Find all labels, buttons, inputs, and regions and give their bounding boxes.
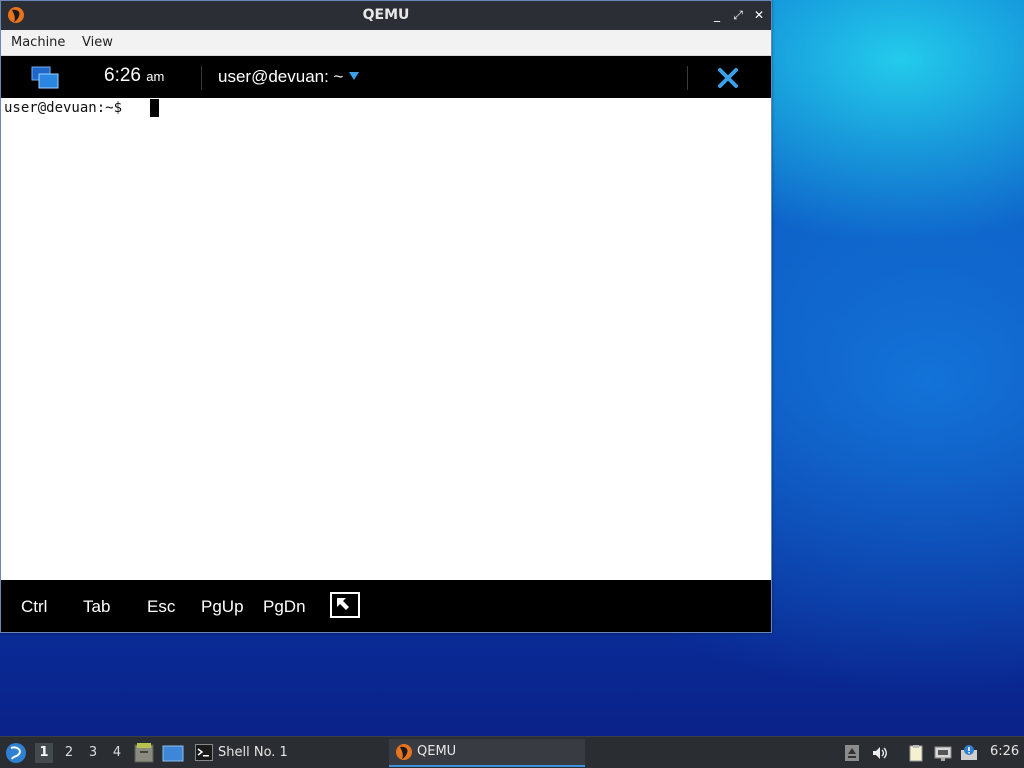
menu-item-view[interactable]: View	[82, 35, 113, 50]
task-shell[interactable]: Shell No. 1	[192, 740, 382, 766]
taskbar: 1 2 3 4 Shell No. 1 QEMU 6:26	[0, 736, 1024, 768]
eject-icon[interactable]	[843, 744, 861, 762]
notification-icon[interactable]	[960, 744, 978, 762]
divider	[201, 66, 202, 90]
menu-bar: Machine View	[1, 30, 771, 56]
windows-switcher-icon[interactable]	[31, 66, 59, 90]
task-label: Shell No. 1	[218, 745, 288, 760]
key-pgdn-button[interactable]: PgDn	[263, 597, 306, 617]
workspace-4[interactable]: 4	[108, 743, 126, 763]
workspace-1[interactable]: 1	[35, 743, 53, 763]
terminal-title[interactable]: user@devuan: ~	[218, 67, 343, 87]
arrow-icon	[337, 598, 349, 610]
guest-clock-time: 6:26	[104, 65, 141, 86]
show-desktop-icon[interactable]	[162, 745, 184, 762]
extra-keys-bar: Ctrl Tab Esc PgUp PgDn	[1, 580, 771, 632]
start-menu-icon[interactable]	[5, 742, 27, 764]
key-tab-button[interactable]: Tab	[83, 597, 110, 617]
key-esc-button[interactable]: Esc	[147, 597, 175, 617]
guest-clock-ampm: am	[146, 69, 165, 84]
divider	[687, 66, 688, 90]
task-label: QEMU	[417, 744, 457, 759]
volume-icon[interactable]	[871, 744, 889, 762]
terminal-icon	[195, 744, 213, 761]
menu-item-machine[interactable]: Machine	[11, 35, 65, 50]
key-pgup-button[interactable]: PgUp	[201, 597, 244, 617]
guest-clock: 6:26 am	[104, 65, 164, 87]
close-icon[interactable]	[716, 66, 740, 90]
toggle-keyboard-icon[interactable]	[330, 592, 360, 618]
key-ctrl-button[interactable]: Ctrl	[21, 597, 47, 617]
workspace-2[interactable]: 2	[60, 743, 78, 763]
task-qemu[interactable]: QEMU	[389, 739, 585, 767]
title-bar[interactable]: QEMU _ ⤢ ✕	[1, 1, 771, 30]
network-icon[interactable]	[934, 744, 952, 762]
guest-top-bar: 6:26 am user@devuan: ~	[1, 56, 771, 98]
close-button[interactable]: ✕	[751, 7, 767, 23]
window-title: QEMU	[362, 7, 410, 23]
system-clock[interactable]: 6:26	[990, 744, 1019, 759]
file-manager-icon[interactable]	[134, 742, 154, 764]
minimize-button[interactable]: _	[709, 7, 725, 23]
maximize-button[interactable]: ⤢	[730, 7, 746, 23]
terminal-prompt: user@devuan:~$	[4, 100, 123, 116]
workspace-3[interactable]: 3	[84, 743, 102, 763]
terminal-cursor	[150, 99, 159, 117]
chevron-down-icon[interactable]	[349, 72, 359, 80]
terminal-area[interactable]: user@devuan:~$	[1, 98, 771, 580]
clipboard-icon[interactable]	[907, 744, 925, 762]
qemu-window: QEMU _ ⤢ ✕ Machine View 6:26 am user@dev…	[0, 0, 772, 633]
qemu-icon	[396, 744, 412, 760]
